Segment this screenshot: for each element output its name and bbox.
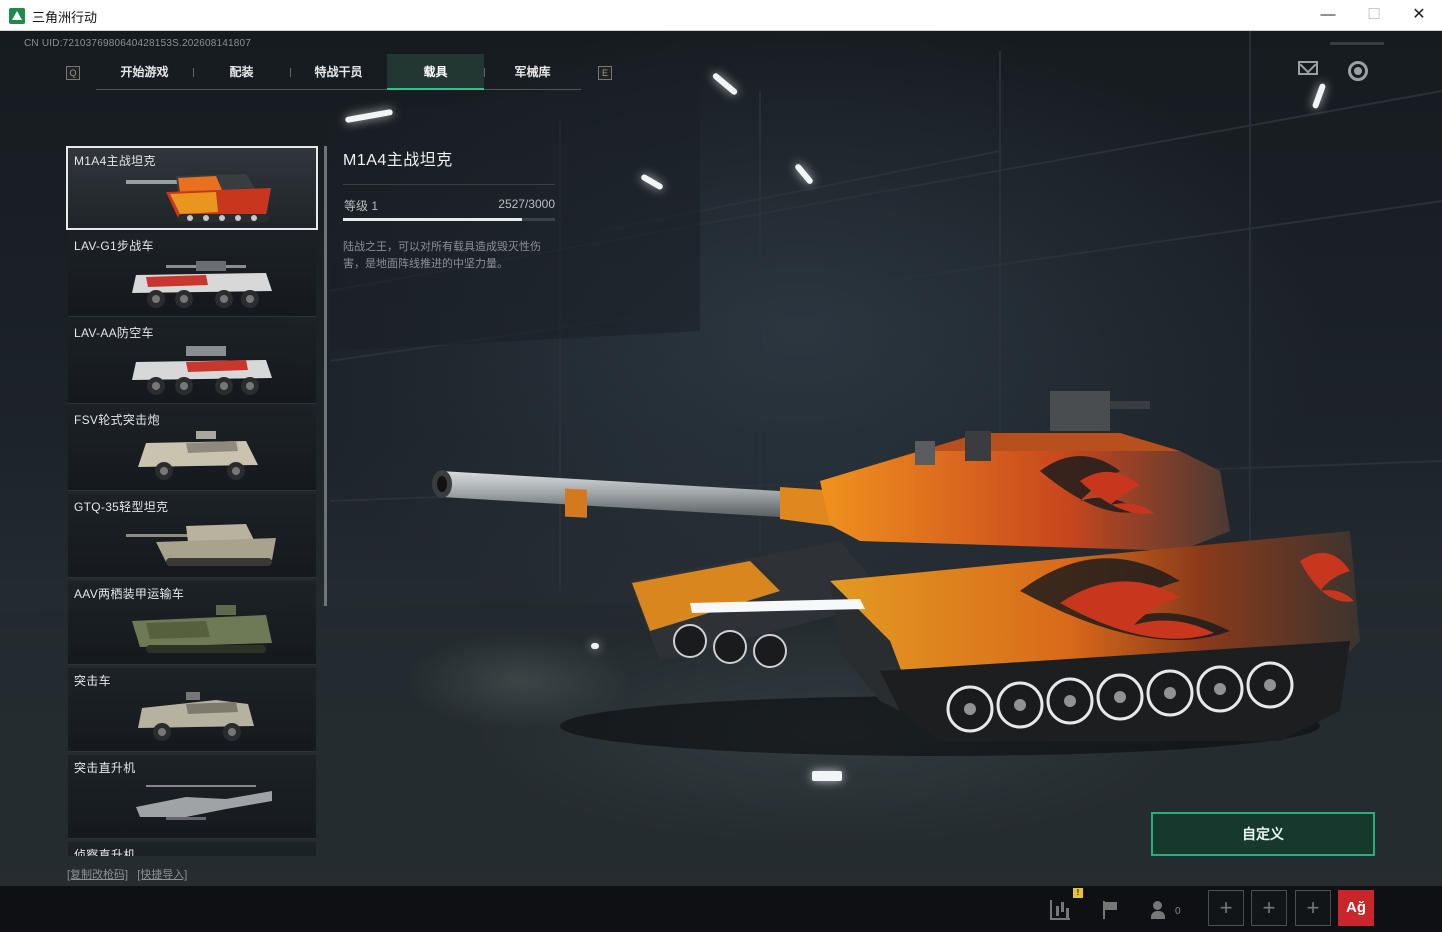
vehicle-name: AAV两栖装甲运输车: [74, 587, 185, 601]
vehicle-thumbnail-tank: [126, 174, 271, 222]
top-right-divider: [1330, 42, 1384, 45]
player-uid: CN UID:7210376980640428153S.202608141807: [24, 38, 252, 49]
team-slot-add[interactable]: +: [1295, 890, 1331, 926]
tab-start-game[interactable]: 开始游戏: [96, 54, 193, 90]
vehicle-item-gtq35[interactable]: GTQ-35轻型坦克: [68, 494, 316, 578]
friends-icon[interactable]: [1151, 900, 1171, 920]
copy-code-link[interactable]: [复制改枪码]: [67, 869, 128, 881]
maximize-button[interactable]: ☐: [1351, 0, 1397, 31]
team-slot-add[interactable]: +: [1208, 890, 1244, 926]
tab-armory[interactable]: 军械库: [484, 54, 581, 90]
window-title: 三角洲行动: [32, 10, 98, 25]
quick-import-link[interactable]: [快捷导入]: [137, 869, 187, 881]
vehicle-description: 陆战之王，可以对所有载具造成毁灭性伤害，是地面阵线推进的中坚力量。: [343, 241, 541, 270]
vehicle-name: GTQ-35轻型坦克: [74, 500, 169, 514]
nav-tabs: 开始游戏 配装 特战干员 载具 军械库: [96, 54, 581, 90]
next-tab-key-hint[interactable]: E: [598, 66, 612, 80]
xp-progress-bar: [343, 218, 555, 221]
vehicle-thumbnail-aa: [132, 346, 272, 395]
main-navigation: Q 开始游戏 配装 特战干员 载具 军械库 E: [60, 54, 620, 90]
vehicle-item-attack-heli[interactable]: 突击直升机: [68, 755, 316, 839]
bottom-links: [复制改枪码] [快捷导入]: [67, 866, 193, 882]
vehicle-item-fsv[interactable]: FSV轮式突击炮: [68, 407, 316, 491]
customize-button[interactable]: 自定义: [1151, 812, 1375, 856]
level-label: 等级 1: [344, 199, 379, 213]
divider: [343, 184, 555, 185]
vehicle-item-recon-heli[interactable]: 侦察直升机: [68, 842, 316, 856]
vehicle-thumbnail-fsv: [138, 431, 258, 480]
stats-icon[interactable]: [1050, 900, 1070, 920]
vehicle-name: FSV轮式突击炮: [74, 413, 160, 427]
player-avatar[interactable]: Ağ: [1338, 890, 1374, 926]
friends-count: 0: [1175, 906, 1181, 917]
tank-model[interactable]: [420, 341, 1380, 761]
team-slot-add[interactable]: +: [1251, 890, 1287, 926]
vehicle-name: LAV-AA防空车: [74, 326, 154, 340]
bottom-status-bar: ! 0 + + + Ağ: [0, 886, 1442, 932]
close-button[interactable]: ✕: [1396, 0, 1442, 31]
vehicle-name: 突击车: [74, 674, 111, 688]
minimize-button[interactable]: —: [1305, 0, 1351, 31]
prev-tab-key-hint[interactable]: Q: [66, 66, 80, 80]
vehicle-name: M1A4主战坦克: [74, 154, 156, 168]
vehicle-thumbnail-aav: [132, 605, 272, 653]
tab-vehicles[interactable]: 载具: [387, 54, 484, 90]
vehicle-detail-panel: M1A4主战坦克 等级 1 2527/3000 陆战之王，可以对所有载具造成毁灭…: [343, 146, 555, 273]
vehicle-thumbnail-helicopter: [136, 785, 272, 820]
vehicle-thumbnail-apc: [132, 261, 272, 308]
vehicle-item-lav-g1[interactable]: LAV-G1步战车: [68, 233, 316, 317]
vehicle-thumbnail-assault-car: [138, 692, 254, 741]
vehicle-name: 侦察直升机: [74, 848, 136, 856]
vehicle-item-assault-car[interactable]: 突击车: [68, 668, 316, 752]
vehicle-item-lav-aa[interactable]: LAV-AA防空车: [68, 320, 316, 404]
app-logo-icon: [9, 8, 25, 24]
settings-icon[interactable]: [1348, 61, 1368, 81]
flag-icon[interactable]: [1100, 900, 1120, 920]
mail-icon[interactable]: [1298, 61, 1318, 75]
vehicle-title: M1A4主战坦克: [343, 152, 453, 169]
game-viewport: CN UID:7210376980640428153S.202608141807…: [0, 31, 1442, 932]
vehicle-thumbnail-light-tank: [126, 524, 276, 566]
vehicle-name: LAV-G1步战车: [74, 239, 154, 253]
vehicle-item-m1a4[interactable]: M1A4主战坦克: [66, 146, 318, 230]
vehicle-list: M1A4主战坦克 LAV-G1步战车 LAV-AA防空车 FSV轮式突击炮 GT…: [66, 146, 318, 856]
vehicle-list-scrollbar[interactable]: [324, 146, 327, 606]
xp-value: 2527/3000: [498, 197, 555, 211]
level-row: 等级 1 2527/3000: [343, 194, 555, 216]
tab-loadout[interactable]: 配装: [193, 54, 290, 90]
xp-progress-fill: [343, 218, 522, 221]
vehicle-name: 突击直升机: [74, 761, 136, 775]
notification-badge: !: [1073, 888, 1083, 898]
window-title-bar: 三角洲行动 — ☐ ✕: [0, 0, 1442, 31]
floor-light: [812, 771, 842, 781]
tab-operators[interactable]: 特战干员: [290, 54, 387, 90]
vehicle-item-aav[interactable]: AAV两栖装甲运输车: [68, 581, 316, 665]
